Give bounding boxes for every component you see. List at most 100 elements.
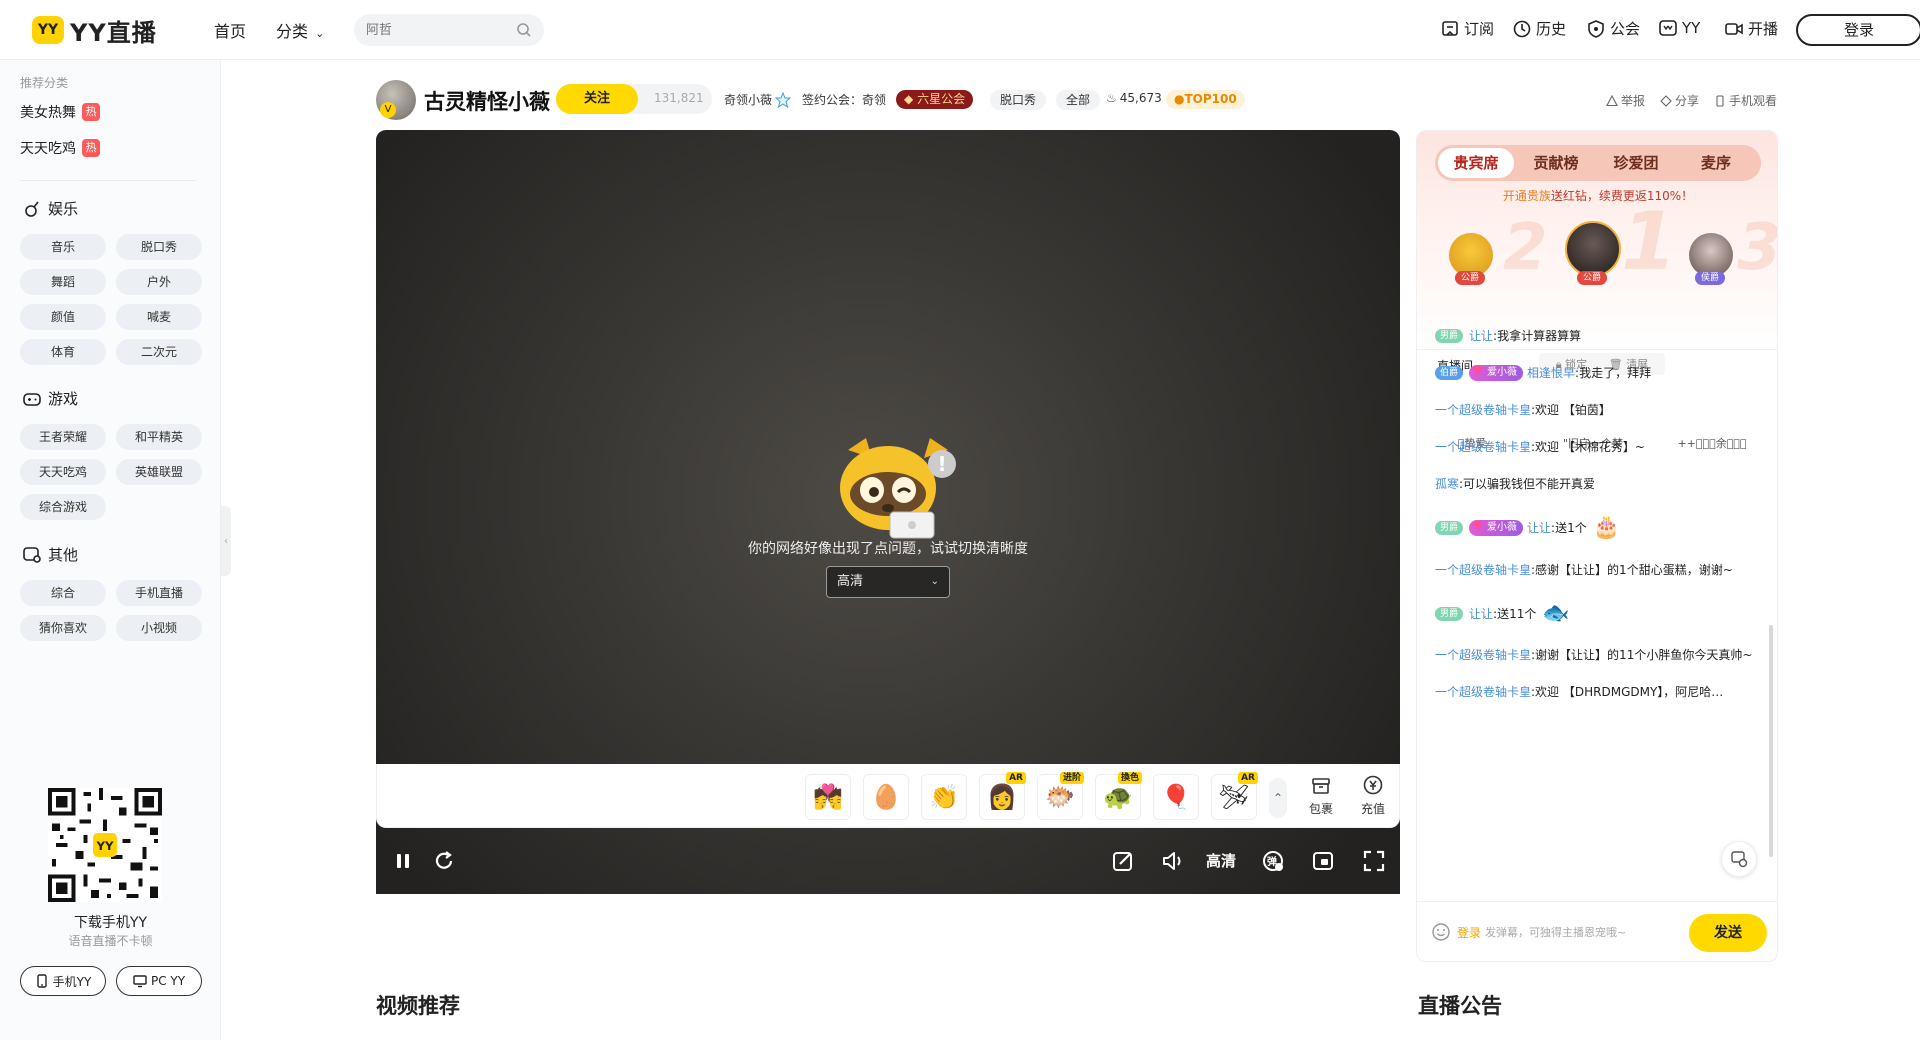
guild-link[interactable]: 公会 xyxy=(1586,18,1640,39)
category-chip[interactable]: 小视频 xyxy=(116,615,202,641)
pause-button[interactable] xyxy=(390,848,416,874)
gift-item[interactable]: 👩 AR xyxy=(979,772,1026,820)
gift-item[interactable]: 🐢 換色 xyxy=(1095,772,1142,820)
quality-button[interactable]: 高清 xyxy=(1206,850,1236,871)
follower-count: 131,821 xyxy=(654,91,704,105)
vip-promo[interactable]: 开通贵族送红钻，续费更返110%！ xyxy=(1417,187,1777,204)
chat-username[interactable]: 让让 xyxy=(1469,605,1493,622)
chat-login-link[interactable]: 登录 xyxy=(1457,924,1481,941)
rank-number: 2 xyxy=(1503,211,1548,285)
category-chip[interactable]: 综合游戏 xyxy=(20,494,106,520)
gift-item[interactable]: 🛩 AR xyxy=(1211,772,1258,820)
send-button[interactable]: 发送 xyxy=(1689,914,1767,952)
category-chip[interactable]: 王者荣耀 xyxy=(20,424,106,450)
danmaku-toggle-button[interactable]: 弹 xyxy=(1260,848,1286,874)
chat-message: 一个超级卷轴卡皇 :谢谢【让让】的11个小胖鱼你今天真帅~ xyxy=(1435,646,1752,663)
report-link[interactable]: 举报 xyxy=(1606,92,1645,109)
chat-scrollbar[interactable] xyxy=(1769,625,1773,857)
category-chip[interactable]: 脱口秀 xyxy=(116,234,202,260)
category-chip[interactable]: 英雄联盟 xyxy=(116,459,202,485)
bag-button[interactable]: 包裹 xyxy=(1301,774,1341,817)
refresh-button[interactable] xyxy=(431,848,457,874)
emoji-icon[interactable] xyxy=(1431,922,1451,942)
rank-title-badge: 公爵 xyxy=(1455,271,1486,285)
yy-link[interactable]: YY xyxy=(1658,18,1700,38)
chat-input[interactable]: 发弹幕，可独得主播恩宠哦~ xyxy=(1485,924,1626,940)
chat-message: 男爵 爱小薇 让让 :送1个 🎂 xyxy=(1435,515,1620,540)
pip-button[interactable] xyxy=(1310,848,1336,874)
follow-button[interactable]: 关注 xyxy=(556,84,638,114)
guild-rank-badge[interactable]: ◆ 六星公会 xyxy=(896,90,974,109)
tab-vip-seats[interactable]: 贵宾席 xyxy=(1438,148,1514,178)
chat-filter-button[interactable] xyxy=(1721,841,1757,877)
gift-item[interactable]: 💏 xyxy=(805,774,851,820)
volume-button[interactable] xyxy=(1160,848,1186,874)
search-input[interactable] xyxy=(354,14,504,46)
category-tag[interactable]: 全部 xyxy=(1056,90,1101,110)
search-icon[interactable] xyxy=(516,22,532,38)
gift-item[interactable]: 🐡 进阶 xyxy=(1037,772,1084,820)
chat-username[interactable]: 一个超级卷轴卡皇 xyxy=(1435,646,1531,663)
chat-username[interactable]: 一个超级卷轴卡皇 xyxy=(1435,561,1531,578)
chat-username[interactable]: 一个超级卷轴卡皇 xyxy=(1435,683,1531,700)
category-chip[interactable]: 舞蹈 xyxy=(20,269,106,295)
category-chip[interactable]: 手机直播 xyxy=(116,580,202,606)
share-link[interactable]: 分享 xyxy=(1660,92,1699,109)
nav-home[interactable]: 首页 xyxy=(214,18,246,42)
category-chip[interactable]: 体育 xyxy=(20,339,106,365)
logo[interactable]: YY YY直播 xyxy=(32,14,157,47)
chat-username[interactable]: 孤寒 xyxy=(1435,475,1459,492)
chat-username[interactable]: 一个超级卷轴卡皇 xyxy=(1435,438,1531,455)
tab-fan-club[interactable]: 珍爱团 xyxy=(1598,148,1674,178)
danmaku-edit-button[interactable] xyxy=(1110,848,1136,874)
gift-expand-button[interactable]: ⌃ xyxy=(1269,778,1287,818)
nav-category[interactable]: 分类 ⌄ xyxy=(276,18,324,42)
chat-username[interactable]: 一个超级卷轴卡皇 xyxy=(1435,401,1531,418)
streamer-name: 古灵精怪小薇 xyxy=(424,90,550,114)
gift-bar: 💏 🥚 👏 👩 AR 🐡 进阶 🐢 換色 🎈 🛩 AR ⌃ 包裹 充值 xyxy=(376,764,1400,828)
category-chip[interactable]: 综合 xyxy=(20,580,106,606)
mobile-yy-button[interactable]: 手机YY xyxy=(20,966,106,996)
sidebar-hot-item[interactable]: 美女热舞 热 xyxy=(20,102,100,122)
subscribe-link[interactable]: 订阅 xyxy=(1440,18,1494,39)
vip-link[interactable]: 开通贵族 xyxy=(1503,189,1551,203)
gift-item[interactable]: 👏 xyxy=(921,774,967,820)
category-chip[interactable]: 和平精英 xyxy=(116,424,202,450)
category-chip[interactable]: 二次元 xyxy=(116,339,202,365)
gift-item[interactable]: 🥚 xyxy=(863,774,909,820)
streamer-avatar[interactable]: V xyxy=(376,80,416,120)
podium-avatar-1[interactable] xyxy=(1565,221,1621,277)
chat-text: :谢谢【让让】的11个小胖鱼你今天真帅~ xyxy=(1531,648,1753,662)
category-chip[interactable]: 猜你喜欢 xyxy=(20,615,106,641)
history-link[interactable]: 历史 xyxy=(1512,18,1566,39)
gift-item[interactable]: 🎈 xyxy=(1153,774,1199,820)
category-chip[interactable]: 天天吃鸡 xyxy=(20,459,106,485)
svg-text:YY: YY xyxy=(95,839,114,853)
quality-select[interactable]: 高清 ⌄ xyxy=(826,566,950,598)
pc-yy-button[interactable]: PC YY xyxy=(116,966,202,996)
chat-username[interactable]: 相逢恨早 xyxy=(1527,364,1575,381)
mobile-watch-link[interactable]: 手机观看 xyxy=(1714,92,1777,109)
camera-icon xyxy=(1725,22,1743,35)
tab-contribution[interactable]: 贡献榜 xyxy=(1518,148,1594,178)
sidebar-collapse-toggle[interactable]: ‹ xyxy=(221,506,231,576)
category-chip[interactable]: 喊麦 xyxy=(116,304,202,330)
chat-username[interactable]: 让让 xyxy=(1527,519,1551,536)
video-recommend-title: 视频推荐 xyxy=(376,994,460,1018)
category-chip[interactable]: 音乐 xyxy=(20,234,106,260)
broadcast-link[interactable]: 开播 xyxy=(1724,18,1778,39)
top-rank-badge[interactable]: ●TOP100 xyxy=(1166,90,1245,109)
chat-username[interactable]: 让让 xyxy=(1469,327,1493,344)
login-button[interactable]: 登录 xyxy=(1796,14,1920,46)
category-chip[interactable]: 颜值 xyxy=(20,304,106,330)
other-icon xyxy=(23,546,41,563)
tab-mic-queue[interactable]: 麦序 xyxy=(1678,148,1754,178)
fullscreen-icon xyxy=(1363,850,1385,872)
sidebar-hot-item[interactable]: 天天吃鸡 热 xyxy=(20,138,100,158)
flame-icon: ♨ xyxy=(1106,91,1117,105)
category-chip[interactable]: 户外 xyxy=(116,269,202,295)
recharge-button[interactable]: 充值 xyxy=(1353,774,1393,817)
category-tag[interactable]: 脱口秀 xyxy=(990,90,1047,110)
chat-message: 一个超级卷轴卡皇 :欢迎 【木棉花秀】~ xyxy=(1435,438,1645,455)
fullscreen-button[interactable] xyxy=(1361,848,1387,874)
